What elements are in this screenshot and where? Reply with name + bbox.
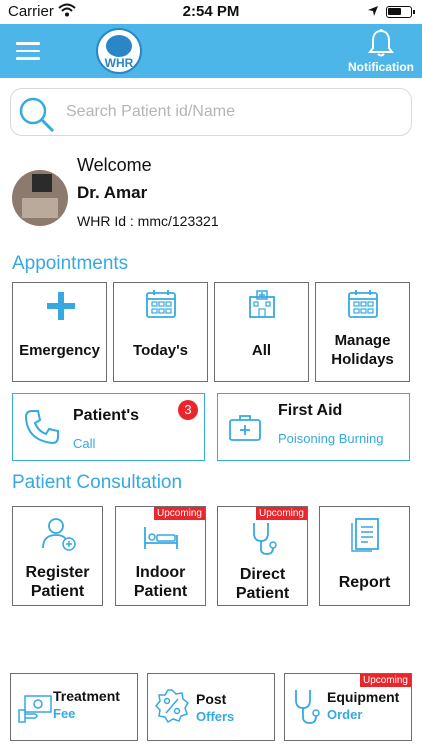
- upcoming-tag: Upcoming: [255, 507, 307, 520]
- avatar: [12, 170, 68, 226]
- manage-holidays-tile[interactable]: Manage Holidays: [315, 282, 410, 382]
- calendar-icon: [146, 290, 176, 318]
- all-tile[interactable]: All: [214, 282, 309, 382]
- manage-holidays-label: Manage Holidays: [331, 332, 394, 368]
- status-time: 2:54 PM: [182, 3, 240, 20]
- calendar-icon: [348, 290, 378, 318]
- battery-icon: [386, 6, 415, 18]
- emergency-tile[interactable]: Emergency: [12, 282, 107, 382]
- whr-logo: WHR: [96, 28, 142, 74]
- money-icon: [18, 695, 52, 723]
- appointments-title: Appointments: [12, 253, 129, 274]
- first-aid-kit-icon: [229, 415, 261, 441]
- first-aid-tile[interactable]: First Aid Poisoning Burning: [217, 393, 410, 461]
- search-placeholder: Search Patient id/Name: [66, 103, 235, 120]
- indoor-patient-tile[interactable]: Upcoming Indoor Patient: [115, 506, 206, 606]
- todays-tile[interactable]: Today's: [113, 282, 208, 382]
- add-user-icon: [42, 518, 76, 551]
- logo-text: WHR: [104, 56, 134, 70]
- all-label: All: [251, 342, 272, 359]
- indoor-patient-label: Indoor Patient: [133, 564, 188, 600]
- direct-patient-label: Direct Patient: [235, 566, 290, 602]
- notification-label: Notification: [348, 60, 414, 74]
- upcoming-tag: Upcoming: [359, 674, 411, 687]
- first-aid-subtitle: Poisoning Burning: [278, 431, 384, 446]
- treatment-label: Treatment: [53, 688, 120, 704]
- post-offers-button[interactable]: Post Offers: [147, 673, 275, 741]
- app-header: WHR Notification: [0, 24, 422, 78]
- register-patient-tile[interactable]: Register Patient: [12, 506, 103, 606]
- patients-call-tile[interactable]: Patient's Call: [12, 393, 205, 461]
- emergency-label: Emergency: [19, 342, 100, 359]
- consultation-title: Patient Consultation: [12, 472, 183, 493]
- order-label: Order: [327, 707, 363, 722]
- todays-label: Today's: [133, 342, 188, 359]
- stethoscope-icon: [253, 523, 277, 555]
- direct-patient-tile[interactable]: Upcoming Direct Patient: [217, 506, 308, 606]
- percent-badge-icon: [154, 689, 189, 724]
- menu-icon[interactable]: [16, 42, 40, 60]
- equipment-order-button[interactable]: Upcoming Equipment Order: [284, 673, 412, 741]
- welcome-text: Welcome: [77, 155, 152, 175]
- document-icon: [351, 518, 379, 552]
- register-patient-label: Register Patient: [25, 564, 90, 600]
- report-label: Report: [338, 574, 391, 591]
- call-count-badge: 3: [178, 400, 198, 420]
- whr-id: WHR Id : mmc/123321: [77, 213, 219, 229]
- stethoscope-icon: [295, 690, 320, 724]
- post-label: Post: [196, 691, 227, 707]
- report-tile[interactable]: Report: [319, 506, 410, 606]
- patients-call-title: Patient's: [73, 407, 140, 424]
- fee-label: Fee: [53, 706, 76, 721]
- search-input[interactable]: Search Patient id/Name: [10, 88, 412, 136]
- first-aid-title: First Aid: [278, 402, 343, 419]
- location-arrow-icon: [367, 4, 379, 21]
- treatment-fee-button[interactable]: Treatment Fee: [10, 673, 138, 741]
- patients-call-subtitle: Call: [73, 436, 96, 451]
- upcoming-tag: Upcoming: [153, 507, 205, 520]
- bed-icon: [144, 527, 178, 549]
- phone-icon: [24, 410, 59, 445]
- equipment-label: Equipment: [327, 689, 400, 705]
- hospital-icon: [249, 290, 275, 318]
- bell-icon: [368, 29, 394, 57]
- doctor-name: Dr. Amar: [77, 183, 148, 202]
- search-icon: [19, 97, 55, 133]
- status-bar: Carrier 2:54 PM: [0, 0, 422, 24]
- notification-button[interactable]: Notification: [340, 26, 422, 78]
- plus-icon: [47, 292, 75, 320]
- offers-label: Offers: [196, 709, 235, 724]
